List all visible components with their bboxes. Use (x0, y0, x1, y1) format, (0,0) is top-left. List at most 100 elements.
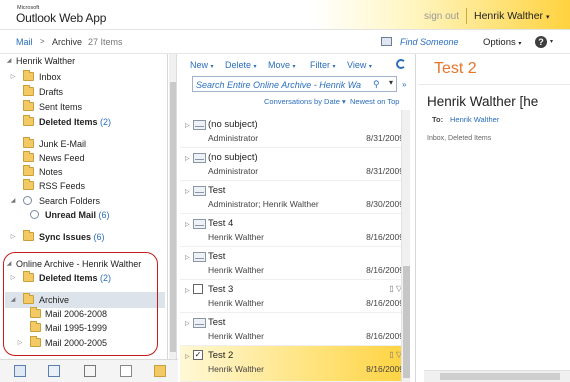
folder-label: Search Folders (39, 196, 101, 206)
drafts-icon (23, 85, 34, 96)
folder-label: Inbox (39, 72, 62, 82)
search-input[interactable] (196, 79, 366, 90)
divider (418, 84, 570, 85)
list-item-selected[interactable]: ▷ ✓ Test 2 ▯ ▽ Henrik Walther 8/16/2009 (180, 346, 410, 382)
list-item[interactable]: ▷ Test Henrik Walther 8/16/2009 (180, 313, 410, 346)
delete-button[interactable]: Delete ▾ (225, 60, 257, 70)
expand-arrow-icon[interactable]: ▷ (185, 254, 190, 261)
message-subject: Test (208, 185, 226, 196)
tasks-icon[interactable] (120, 365, 132, 377)
calendar-icon[interactable] (48, 365, 60, 377)
mailbox-name: Henrik Walther (16, 56, 76, 66)
chevron-down-icon[interactable]: ▾ (550, 38, 553, 45)
message-list-scrollbar[interactable] (401, 110, 410, 382)
list-item[interactable]: ▷ Test 3 ▯ ▽ Henrik Walther 8/16/2009 (180, 280, 410, 313)
breadcrumb-current: Archive (52, 37, 83, 47)
folder-icon (23, 151, 34, 162)
list-item[interactable]: ▷ Test Administrator; Henrik Walther 8/3… (180, 181, 410, 214)
message-checkbox-checked[interactable]: ✓ (193, 350, 203, 360)
folder-label: RSS Feeds (39, 181, 86, 191)
item-count: 27 Items (88, 37, 123, 47)
list-item[interactable]: ▷ Test 4 Henrik Walther 8/16/2009 (180, 214, 410, 247)
delete-label: Delete (225, 60, 252, 70)
expand-arrow-icon[interactable]: ▷ (185, 221, 190, 228)
view-label: View (347, 60, 367, 70)
expand-arrow-icon[interactable]: ▷ (185, 353, 190, 360)
expand-arrow-icon[interactable]: ▷ (185, 320, 190, 327)
chevron-down-icon: ▾ (545, 14, 550, 21)
reading-pane-scrollbar[interactable] (424, 370, 570, 382)
message-date: 8/31/2009 (366, 166, 404, 176)
breadcrumb-mail-link[interactable]: Mail (16, 37, 33, 47)
list-item[interactable]: ▷ Test Henrik Walther 8/16/2009 (180, 247, 410, 280)
message-subject: Test (208, 317, 226, 328)
collapse-arrow-icon[interactable]: ◢ (5, 54, 13, 68)
envelope-icon (193, 252, 206, 262)
folder-icon (23, 230, 34, 241)
filter-button[interactable]: Filter ▾ (310, 60, 336, 70)
folder-label-text: Unread Mail (45, 210, 97, 220)
chevron-down-icon: ▾ (292, 64, 296, 70)
search-box[interactable]: ⚲ ▾ (192, 76, 397, 92)
message-date: 8/16/2009 (366, 298, 404, 308)
sort-by-menu[interactable]: Conversations by Date ▾ (264, 97, 346, 106)
folder-label: Notes (39, 167, 63, 177)
expand-arrow-icon[interactable]: ▷ (185, 287, 190, 294)
message-date: 8/16/2009 (366, 232, 404, 242)
view-button[interactable]: View ▾ (347, 60, 372, 70)
expand-arrow-icon[interactable]: ▷ (185, 122, 190, 129)
search-folder-icon (30, 210, 39, 219)
help-icon[interactable]: ? (535, 36, 547, 48)
junk-email-icon (23, 137, 34, 148)
list-item[interactable]: ▷ (no subject) Administrator 8/31/2009 (180, 148, 410, 181)
filter-label: Filter (310, 60, 330, 70)
search-icon[interactable]: ⚲ (373, 79, 380, 90)
collapse-arrow-icon[interactable]: ◢ (9, 194, 17, 208)
expand-arrow-icon[interactable]: ▷ (9, 70, 17, 84)
breadcrumb-separator: > (40, 37, 45, 46)
breadcrumb: Mail > Archive 27 Items Find Someone Opt… (0, 30, 570, 54)
scrollbar-thumb[interactable] (403, 266, 410, 378)
folder-icon (23, 179, 34, 190)
to-recipient-link[interactable]: Henrik Walther (450, 115, 499, 124)
sign-out-link[interactable]: sign out (424, 11, 459, 22)
expand-arrow-icon[interactable]: ▷ (9, 230, 17, 244)
sort-order-toggle[interactable]: Newest on Top (350, 97, 399, 106)
folder-label-text: Sync Issues (39, 232, 92, 242)
chevron-down-icon: ▾ (518, 41, 522, 47)
folder-label: Deleted Items (2) (39, 115, 111, 129)
expand-search-icon[interactable]: » (402, 80, 406, 89)
chevron-down-icon: ▾ (368, 64, 372, 70)
address-book-icon[interactable] (381, 37, 392, 46)
options-menu[interactable]: Options ▾ (483, 37, 521, 48)
unread-count: (2) (100, 117, 112, 127)
chevron-down-icon: ▾ (332, 64, 336, 70)
message-folder-info: Inbox, Deleted Items (427, 135, 492, 142)
unread-count: (6) (93, 232, 105, 242)
expand-arrow-icon[interactable]: ▷ (185, 188, 190, 195)
folder-scrollbar[interactable] (169, 54, 177, 359)
list-item[interactable]: ▷ (no subject) Administrator 8/31/2009 (180, 115, 410, 148)
move-button[interactable]: Move ▾ (268, 60, 296, 70)
folder-label: Sent Items (39, 102, 83, 112)
options-label: Options (483, 37, 516, 48)
contacts-icon[interactable] (84, 365, 96, 377)
new-button[interactable]: New ▾ (190, 60, 214, 70)
user-menu[interactable]: Henrik Walther ▾ (474, 10, 549, 22)
list-toolbar: New ▾ Delete ▾ Move ▾ Filter ▾ View ▾ (180, 54, 416, 76)
find-someone-link[interactable]: Find Someone (400, 37, 459, 47)
mail-icon[interactable] (14, 365, 26, 377)
scrollbar-thumb[interactable] (440, 373, 560, 380)
deleted-items-icon (23, 115, 34, 126)
message-from[interactable]: Henrik Walther [he (427, 94, 538, 109)
expand-arrow-icon[interactable]: ▷ (185, 155, 190, 162)
message-sender: Administrator (208, 166, 259, 176)
public-folders-icon[interactable] (154, 365, 166, 377)
chevron-down-icon[interactable]: ▾ (389, 78, 393, 87)
message-checkbox[interactable] (193, 284, 203, 294)
module-switcher (0, 359, 178, 382)
refresh-icon[interactable] (396, 59, 406, 69)
scrollbar-thumb[interactable] (170, 82, 176, 352)
app-logo: Outlook Web App (16, 11, 107, 25)
chevron-down-icon: ▾ (253, 64, 257, 70)
